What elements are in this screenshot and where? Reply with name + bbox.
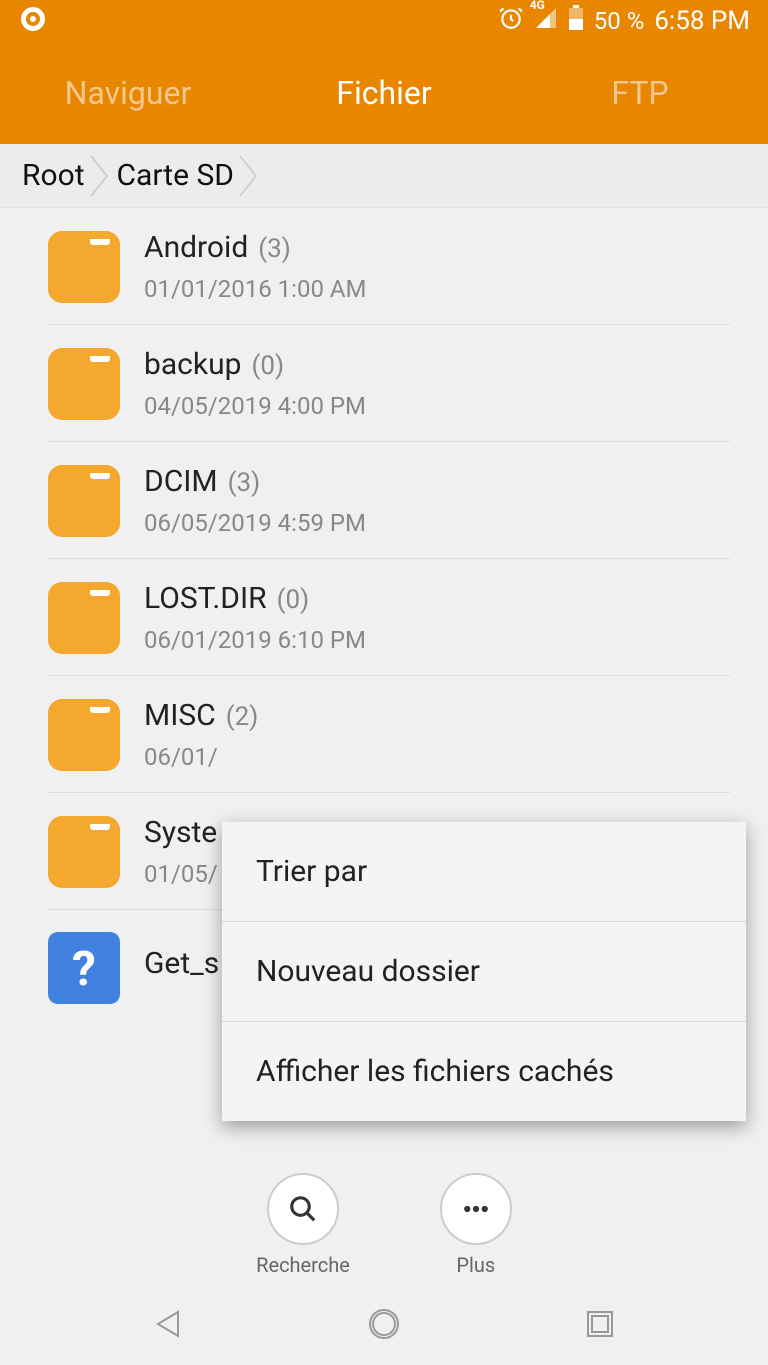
tab-ftp[interactable]: FTP [512, 74, 768, 112]
list-item[interactable]: LOST.DIR (0) 06/01/2019 6:10 PM [0, 559, 768, 676]
list-item[interactable]: DCIM (3) 06/05/2019 4:59 PM [0, 442, 768, 559]
chevron-right-icon [238, 154, 262, 198]
item-text: MISC (2) 06/01/ [144, 698, 768, 771]
android-navbar [0, 1283, 768, 1365]
item-name: Android [144, 230, 248, 265]
item-count: (2) [226, 702, 259, 732]
breadcrumb-sdcard[interactable]: Carte SD [117, 158, 234, 193]
recents-button[interactable] [575, 1299, 625, 1349]
chevron-right-icon [89, 154, 113, 198]
status-bar: 4G 50 % 6:58 PM [0, 0, 768, 42]
more-icon [440, 1173, 512, 1245]
folder-icon [48, 348, 120, 420]
list-item[interactable]: Android (3) 01/01/2016 1:00 AM [0, 208, 768, 325]
item-date: 04/05/2019 4:00 PM [144, 392, 768, 420]
item-count: (3) [228, 468, 261, 498]
item-date: 06/01/2019 6:10 PM [144, 626, 768, 654]
folder-icon [48, 582, 120, 654]
item-date: 06/05/2019 4:59 PM [144, 509, 768, 537]
item-text: Android (3) 01/01/2016 1:00 AM [144, 230, 768, 303]
tab-naviguer[interactable]: Naviguer [0, 74, 256, 112]
menu-new-folder[interactable]: Nouveau dossier [222, 922, 746, 1022]
breadcrumb: Root Carte SD [0, 144, 768, 208]
search-button[interactable]: Recherche [256, 1173, 350, 1277]
list-item[interactable]: backup (0) 04/05/2019 4:00 PM [0, 325, 768, 442]
battery-icon [568, 5, 584, 37]
item-text: DCIM (3) 06/05/2019 4:59 PM [144, 464, 768, 537]
folder-icon [48, 231, 120, 303]
list-item[interactable]: MISC (2) 06/01/ [0, 676, 768, 793]
search-label: Recherche [256, 1253, 350, 1277]
back-button[interactable] [143, 1299, 193, 1349]
battery-pct: 50 % [594, 7, 645, 35]
search-icon [267, 1173, 339, 1245]
menu-show-hidden[interactable]: Afficher les fichiers cachés [222, 1022, 746, 1121]
item-count: (0) [251, 351, 284, 381]
more-label: Plus [456, 1253, 495, 1277]
tab-fichier[interactable]: Fichier [256, 74, 512, 112]
item-date: 01/01/2016 1:00 AM [144, 275, 768, 303]
alarm-icon [498, 5, 524, 37]
item-name: LOST.DIR [144, 581, 267, 616]
more-button[interactable]: Plus [440, 1173, 512, 1277]
folder-icon [48, 699, 120, 771]
tab-bar: Naviguer Fichier FTP [0, 42, 768, 144]
item-name: MISC [144, 698, 216, 733]
item-name: backup [144, 347, 241, 382]
breadcrumb-root[interactable]: Root [22, 158, 85, 193]
item-date: 06/01/ [144, 743, 768, 771]
folder-icon [48, 465, 120, 537]
item-count: (3) [258, 234, 291, 264]
item-count: (0) [277, 585, 310, 615]
item-text: LOST.DIR (0) 06/01/2019 6:10 PM [144, 581, 768, 654]
item-name: Syste [144, 815, 217, 850]
context-menu: Trier par Nouveau dossier Afficher les f… [222, 822, 746, 1121]
item-name: Get_s [144, 946, 219, 981]
clock: 6:58 PM [654, 6, 750, 36]
folder-icon [48, 816, 120, 888]
status-right: 4G 50 % 6:58 PM [498, 5, 750, 37]
app-logo-icon [18, 4, 48, 38]
bottom-actions: Recherche Plus [0, 1173, 768, 1277]
status-left [18, 4, 48, 38]
home-button[interactable] [359, 1299, 409, 1349]
unknown-file-icon: ? [48, 932, 120, 1004]
item-name: DCIM [144, 464, 218, 499]
item-text: backup (0) 04/05/2019 4:00 PM [144, 347, 768, 420]
signal-icon: 4G [534, 6, 558, 36]
menu-sort-by[interactable]: Trier par [222, 822, 746, 922]
